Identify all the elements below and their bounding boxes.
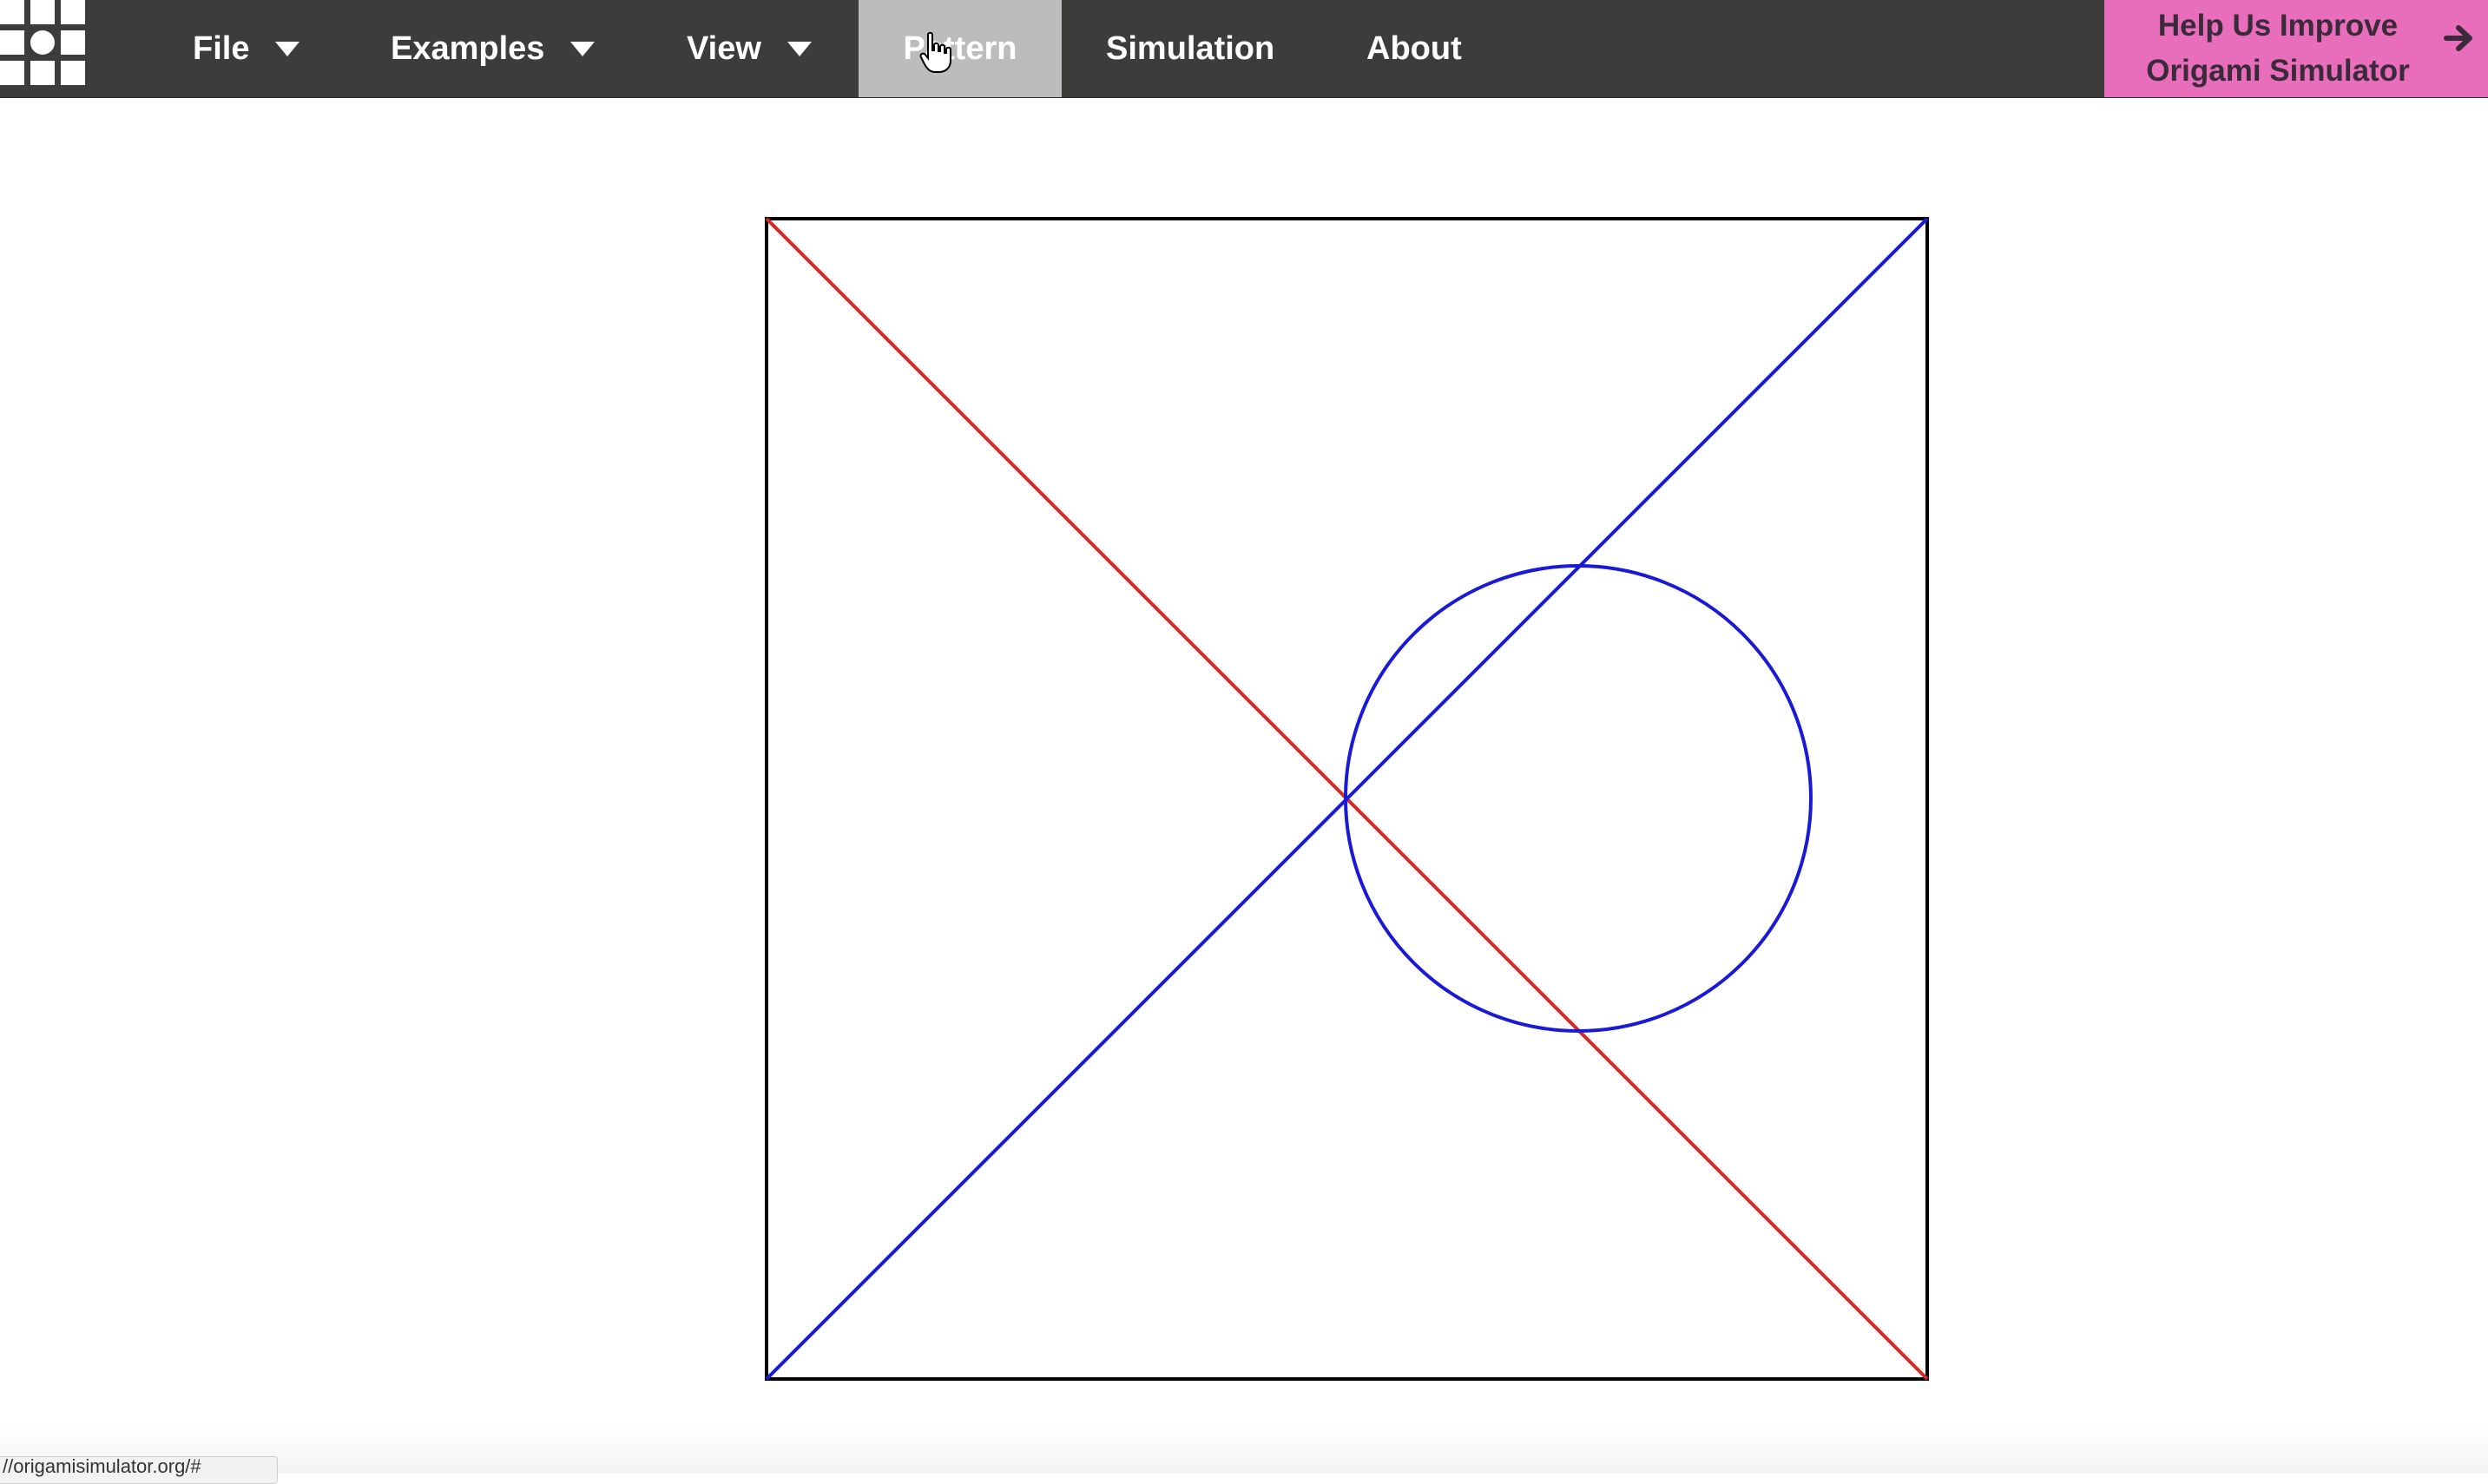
status-url: //origamisimulator.org/# (3, 1456, 201, 1477)
valley-crease-circle (1344, 564, 1813, 1033)
crease-pattern-canvas[interactable] (0, 0, 2488, 1474)
page-bottom-fade (0, 1423, 2488, 1474)
link-status-bar: //origamisimulator.org/# (0, 1456, 278, 1484)
